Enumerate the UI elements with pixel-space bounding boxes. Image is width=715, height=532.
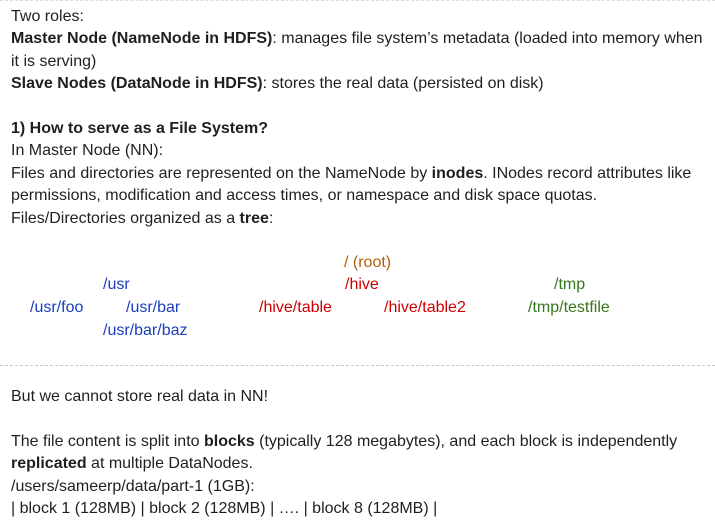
tree-node-usr: /usr — [103, 276, 130, 293]
blocks-term: blocks — [203, 432, 255, 450]
blocks-text-c: at multiple DataNodes. — [86, 455, 253, 473]
fs-heading: 1) How to serve as a File System? — [11, 118, 711, 140]
tree-node-hive-table2: /hive/table2 — [384, 299, 466, 316]
tree-node-usr-bar: /usr/bar — [126, 299, 181, 316]
tree-node-root: / (root) — [344, 254, 392, 271]
fs-line-tree: Files/Directories organized as a tree: — [11, 208, 711, 230]
tree-node-usr-bar-baz: /usr/bar/baz — [103, 322, 188, 339]
top-divider — [0, 0, 715, 1]
inodes-term: inodes — [431, 164, 484, 182]
tree-node-hive-table: /hive/table — [259, 299, 332, 316]
data-section: But we cannot store real data in NN! The… — [11, 386, 711, 520]
tree-text-b: : — [268, 209, 274, 227]
master-node-term: Master Node (NameNode in HDFS) — [11, 30, 273, 48]
data-line-path: /users/sameerp/data/part-1 (1GB): — [11, 477, 255, 495]
slave-node-term: Slave Nodes (DataNode in HDFS) — [11, 75, 263, 93]
fs-line-master: In Master Node (NN): — [11, 142, 164, 160]
data-line-block-list: | block 1 (128MB) | block 2 (128MB) | ….… — [11, 500, 438, 518]
slave-node-description: Slave Nodes (DataNode in HDFS): stores t… — [11, 73, 711, 95]
master-node-description: Master Node (NameNode in HDFS): manages … — [11, 28, 711, 73]
replicated-term: replicated — [11, 455, 87, 473]
tree-text-a: Files/Directories organized as a — [11, 209, 240, 227]
inodes-text-a: Files and directories are represented on… — [11, 164, 432, 182]
tree-term: tree — [239, 209, 269, 227]
roles-heading: Two roles: — [11, 8, 84, 25]
fs-line-inodes: Files and directories are represented on… — [11, 163, 711, 208]
tree-node-hive: /hive — [345, 276, 379, 293]
blocks-text-b: (typically 128 megabytes), and each bloc… — [254, 432, 678, 450]
data-line-blocks: The file content is split into blocks (t… — [11, 431, 711, 476]
directory-tree: / (root) /usr /hive /tmp /usr/foo /usr/b… — [0, 252, 715, 344]
fs-heading-text: 1) How to serve as a File System? — [11, 120, 268, 138]
slave-node-text: : stores the real data (persisted on dis… — [262, 75, 544, 93]
section-divider — [0, 365, 715, 366]
tree-node-tmp: /tmp — [554, 276, 586, 293]
tree-node-tmp-testfile: /tmp/testfile — [528, 299, 610, 316]
blocks-text-a: The file content is split into — [11, 432, 204, 450]
data-line-nn: But we cannot store real data in NN! — [11, 388, 269, 405]
tree-node-usr-foo: /usr/foo — [30, 299, 84, 316]
roles-section: Two roles: Master Node (NameNode in HDFS… — [11, 6, 711, 230]
